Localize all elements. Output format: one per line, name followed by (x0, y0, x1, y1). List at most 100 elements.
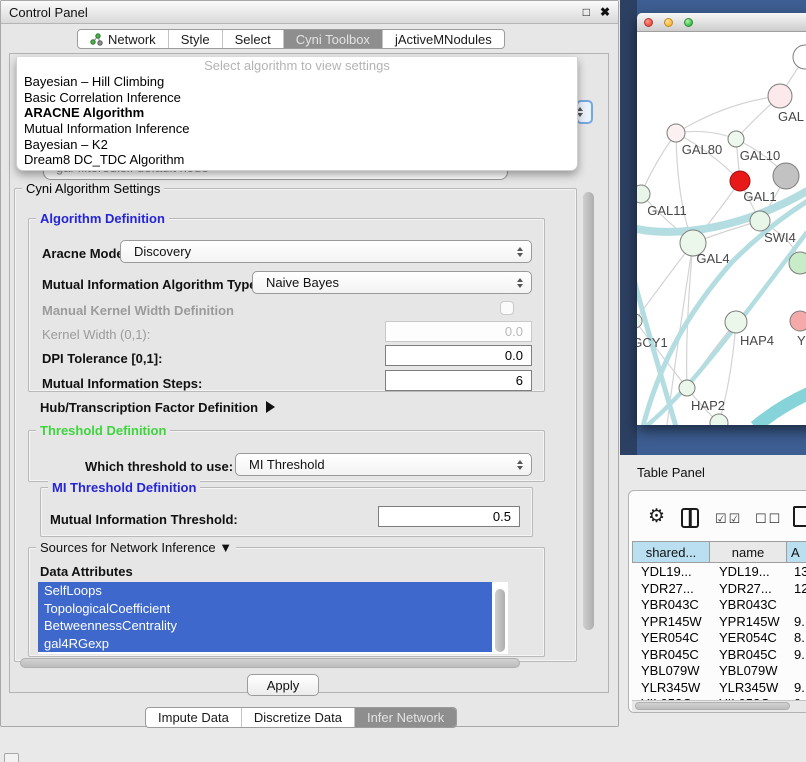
column-header-shared-name[interactable]: shared... (632, 541, 710, 563)
close-window-icon[interactable] (644, 18, 653, 27)
network-node-gray[interactable] (773, 163, 799, 189)
table-cell[interactable] (794, 663, 806, 680)
tab-style[interactable]: Style (168, 30, 222, 48)
network-node-gal80[interactable] (667, 124, 685, 142)
network-node-gal[interactable] (768, 84, 792, 108)
network-node-hap4[interactable] (725, 311, 747, 333)
table-cell[interactable]: YBL079W (641, 663, 709, 680)
network-node-gal10[interactable] (728, 131, 744, 147)
aracne-mode-label: Aracne Mode: (42, 246, 128, 261)
tab-infer-network[interactable]: Infer Network (354, 708, 456, 727)
sources-group-title[interactable]: Sources for Network Inference ▼ (36, 540, 236, 555)
table-cell[interactable]: YLR345W (719, 680, 787, 697)
table-cell[interactable]: YLR345W (641, 680, 709, 697)
tab-network[interactable]: Network (78, 30, 168, 48)
table-cell[interactable]: YER054C (641, 630, 709, 647)
tab-jactivemnodules-label: jActiveMNodules (395, 32, 492, 47)
network-node-swi4[interactable] (750, 211, 770, 231)
table-cell[interactable]: YDL19... (719, 564, 787, 581)
list-item-topologicalcoefficient[interactable]: TopologicalCoefficient (38, 600, 492, 618)
close-panel-icon[interactable]: ✖ (600, 5, 610, 19)
table-cell[interactable]: 13 (794, 564, 806, 581)
which-threshold-combobox[interactable]: MI Threshold (235, 453, 532, 476)
settings-vertical-scrollbar-thumb[interactable] (583, 192, 594, 630)
algorithm-option-basic-correlation[interactable]: Basic Correlation Inference (17, 90, 577, 106)
table-cell[interactable]: YBR043C (719, 597, 787, 614)
tab-jactivemnodules[interactable]: jActiveMNodules (382, 30, 504, 48)
algorithm-option-aracne[interactable]: ARACNE Algorithm (17, 105, 577, 121)
algorithm-option-bayesian-hill-climbing[interactable]: Bayesian – Hill Climbing (17, 74, 577, 90)
tab-network-label: Network (108, 32, 156, 47)
tab-select[interactable]: Select (222, 30, 283, 48)
table-cell[interactable]: YPR145W (719, 614, 787, 631)
network-edge[interactable] (641, 133, 676, 194)
network-node-gal1[interactable] (730, 171, 750, 191)
network-node-salmon[interactable] (790, 311, 806, 331)
network-node[interactable] (789, 252, 806, 274)
node-label-gal1: GAL1 (743, 189, 776, 204)
algorithm-option-bayesian-k2[interactable]: Bayesian – K2 (17, 137, 577, 153)
float-panel-icon[interactable]: □ (583, 5, 590, 19)
network-node-gal11[interactable] (637, 185, 650, 203)
column-header-name[interactable]: name (709, 541, 787, 563)
table-cell[interactable]: YBL079W (719, 663, 787, 680)
network-canvas[interactable]: GAL GAL80 GAL10 GAL1 GAL11 SWI4 GAL4 GCY… (637, 32, 806, 425)
mi-steps-input[interactable]: 6 (385, 370, 532, 391)
network-node-gcy1[interactable] (637, 314, 642, 328)
unchecked-boxes-icon[interactable]: ☐☐ (755, 511, 782, 527)
minimize-window-icon[interactable] (664, 18, 673, 27)
list-item-gal4rgexp[interactable]: gal4RGexp (38, 635, 492, 653)
expand-right-icon[interactable] (266, 401, 275, 413)
algorithm-option-mutual-information[interactable]: Mutual Information Inference (17, 121, 577, 137)
table-horizontal-scrollbar-thumb[interactable] (635, 702, 790, 710)
mi-threshold-input[interactable]: 0.5 (378, 506, 520, 527)
tab-cyni-toolbox[interactable]: Cyni Toolbox (283, 30, 382, 48)
aracne-mode-combobox[interactable]: Discovery (120, 240, 532, 263)
table-cell[interactable]: 9. (794, 680, 806, 697)
table-cell[interactable]: YDR27... (719, 581, 787, 598)
tab-style-label: Style (181, 32, 210, 47)
document-icon[interactable] (793, 506, 806, 527)
minimized-panel-icon[interactable] (4, 753, 19, 762)
table-cell[interactable] (794, 597, 806, 614)
network-node[interactable] (793, 45, 806, 69)
network-node-hap2[interactable] (679, 380, 695, 396)
table-cell[interactable]: 8. (794, 630, 806, 647)
table-cell[interactable]: YPR145W (641, 614, 709, 631)
dpi-tolerance-input[interactable]: 0.0 (385, 345, 532, 366)
attributes-list-scrollbar-thumb[interactable] (495, 589, 505, 652)
algorithm-combobox-button[interactable] (576, 100, 593, 124)
zoom-window-icon[interactable] (684, 18, 693, 27)
column-header-third[interactable]: A (786, 541, 806, 563)
table-cell[interactable]: 9. (794, 614, 806, 631)
table-cell[interactable]: YBR043C (641, 597, 709, 614)
gear-icon[interactable]: ⚙ (648, 507, 665, 526)
mi-threshold-group-title: MI Threshold Definition (48, 480, 200, 495)
hub-definition-toggle[interactable]: Hub/Transcription Factor Definition (40, 400, 275, 415)
tab-discretize-data[interactable]: Discretize Data (241, 708, 354, 727)
apply-button[interactable]: Apply (247, 674, 319, 696)
table-cell[interactable]: YBR045C (641, 647, 709, 664)
network-icon (90, 33, 103, 46)
table-cell[interactable]: 9. (794, 647, 806, 664)
table-cell[interactable]: 12 (794, 581, 806, 598)
list-item-selfloops[interactable]: SelfLoops (38, 582, 492, 600)
network-node[interactable] (710, 414, 728, 425)
settings-horizontal-scrollbar[interactable] (20, 658, 520, 668)
algorithm-option-dream8[interactable]: Dream8 DC_TDC Algorithm (17, 152, 577, 168)
network-edge-highlighted[interactable] (755, 389, 806, 425)
network-view-window[interactable]: GAL GAL80 GAL10 GAL1 GAL11 SWI4 GAL4 GCY… (637, 13, 806, 425)
table-cell[interactable]: YDR27... (641, 581, 709, 598)
network-window-titlebar[interactable] (637, 13, 806, 32)
table-cell[interactable]: YBR045C (719, 647, 787, 664)
table-panel-titlebar: Table Panel (620, 455, 806, 490)
list-item-betweennesscentrality[interactable]: BetweennessCentrality (38, 617, 492, 635)
network-edge[interactable] (676, 96, 780, 133)
checked-boxes-icon[interactable]: ☑☑ (715, 511, 742, 527)
tab-impute-data[interactable]: Impute Data (146, 708, 241, 727)
table-cell[interactable]: YDL19... (641, 564, 709, 581)
network-edge[interactable] (637, 243, 693, 321)
mi-type-combobox[interactable]: Naive Bayes (252, 271, 532, 294)
table-cell[interactable]: YER054C (719, 630, 787, 647)
split-columns-icon[interactable] (681, 508, 699, 528)
